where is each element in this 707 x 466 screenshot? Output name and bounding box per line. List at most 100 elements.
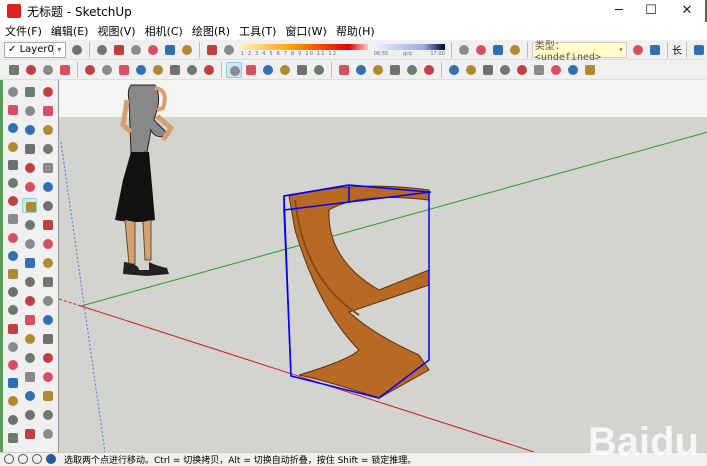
section-plane-icon[interactable] bbox=[5, 302, 20, 317]
paint-bucket-icon[interactable] bbox=[22, 103, 37, 118]
chevron-down-icon[interactable]: ▾ bbox=[52, 42, 65, 57]
view-iso-icon[interactable] bbox=[5, 84, 20, 99]
component-type-dropdown[interactable]: 类型：<undefined> ▾ bbox=[531, 41, 627, 63]
component-icon[interactable] bbox=[23, 62, 39, 78]
select-icon[interactable] bbox=[22, 84, 37, 99]
orbit-icon[interactable] bbox=[22, 312, 37, 327]
axes-icon[interactable] bbox=[404, 62, 420, 78]
location-icon[interactable] bbox=[456, 42, 472, 58]
make-component-icon[interactable] bbox=[40, 84, 55, 99]
sandbox-flip-edge-icon[interactable] bbox=[5, 412, 20, 427]
maximize-button[interactable]: ☐ bbox=[632, 0, 670, 22]
freehand-icon[interactable] bbox=[133, 62, 149, 78]
eraser-icon[interactable] bbox=[57, 62, 73, 78]
text-icon[interactable] bbox=[40, 274, 55, 289]
two-point-arc-icon[interactable] bbox=[40, 179, 55, 194]
pan-icon[interactable] bbox=[463, 62, 479, 78]
arc-icon[interactable] bbox=[40, 160, 55, 175]
menu-item[interactable]: 编辑(E) bbox=[46, 23, 93, 39]
zoom-window-icon[interactable] bbox=[40, 331, 55, 346]
orbit-icon[interactable] bbox=[446, 62, 462, 78]
menu-item[interactable]: 窗口(W) bbox=[280, 23, 330, 39]
offset-icon[interactable] bbox=[40, 236, 55, 251]
style-shaded-icon[interactable] bbox=[5, 248, 20, 263]
style-xray-icon[interactable] bbox=[5, 193, 20, 208]
component-attributes-icon[interactable] bbox=[647, 42, 663, 58]
zoom-icon[interactable] bbox=[22, 331, 37, 346]
menu-item[interactable]: 绘图(R) bbox=[187, 23, 234, 39]
shadow-settings-icon[interactable] bbox=[204, 42, 220, 58]
sandbox-drape-icon[interactable] bbox=[5, 375, 20, 390]
chevron-down-icon[interactable]: ▾ bbox=[616, 43, 626, 57]
section-icon[interactable] bbox=[40, 388, 55, 403]
3d-text-icon[interactable] bbox=[421, 62, 437, 78]
3d-text-icon[interactable] bbox=[40, 293, 55, 308]
left-view-icon[interactable] bbox=[179, 42, 195, 58]
layer-manager-icon[interactable] bbox=[69, 42, 85, 58]
line-icon[interactable] bbox=[40, 122, 55, 137]
circle-icon[interactable] bbox=[22, 141, 37, 156]
sandbox-icon[interactable] bbox=[40, 407, 55, 422]
menu-item[interactable]: 工具(T) bbox=[234, 23, 280, 39]
select-icon[interactable] bbox=[6, 62, 22, 78]
geo-icon[interactable] bbox=[490, 42, 506, 58]
tape-measure-icon[interactable] bbox=[336, 62, 352, 78]
look-around-icon[interactable] bbox=[565, 62, 581, 78]
view-back-icon[interactable] bbox=[5, 157, 20, 172]
position-camera-icon[interactable] bbox=[548, 62, 564, 78]
rotate-icon[interactable] bbox=[260, 62, 276, 78]
hand-icon[interactable] bbox=[40, 426, 55, 441]
3d-viewport[interactable] bbox=[58, 80, 707, 452]
menu-item[interactable]: 帮助(H) bbox=[331, 23, 379, 39]
pie-icon[interactable] bbox=[22, 179, 37, 194]
user-icon[interactable] bbox=[32, 454, 42, 464]
circle-icon[interactable] bbox=[116, 62, 132, 78]
close-button[interactable]: ✕ bbox=[668, 0, 706, 22]
sandbox-smoove-icon[interactable] bbox=[5, 339, 20, 354]
text-icon[interactable] bbox=[387, 62, 403, 78]
style-hidden-line-icon[interactable] bbox=[5, 230, 20, 245]
menu-item[interactable]: 视图(V) bbox=[92, 23, 139, 39]
shadow-time-slider[interactable]: 06:55 中午 17:00 bbox=[373, 42, 447, 58]
rectangle-icon[interactable] bbox=[82, 62, 98, 78]
paint-bucket-icon[interactable] bbox=[40, 62, 56, 78]
axes-icon[interactable] bbox=[22, 293, 37, 308]
ruby-icon[interactable] bbox=[5, 430, 20, 445]
zoom-window-icon[interactable] bbox=[497, 62, 513, 78]
move-icon[interactable] bbox=[22, 198, 37, 213]
right-view-icon[interactable] bbox=[145, 42, 161, 58]
two-point-arc-icon[interactable] bbox=[201, 62, 217, 78]
zoom-icon[interactable] bbox=[480, 62, 496, 78]
arc-icon[interactable] bbox=[167, 62, 183, 78]
dimension-icon[interactable] bbox=[353, 62, 369, 78]
protractor-icon[interactable] bbox=[370, 62, 386, 78]
follow-me-icon[interactable] bbox=[40, 217, 55, 232]
front-view-icon[interactable] bbox=[128, 42, 144, 58]
zoom-extents-icon[interactable] bbox=[514, 62, 530, 78]
view-front-icon[interactable] bbox=[5, 120, 20, 135]
fog-icon[interactable] bbox=[221, 42, 237, 58]
top-view-icon[interactable] bbox=[111, 42, 127, 58]
freehand-icon[interactable] bbox=[40, 141, 55, 156]
sandbox-stamp-icon[interactable] bbox=[5, 357, 20, 372]
advanced-camera-icon[interactable] bbox=[22, 407, 37, 422]
walk-icon[interactable] bbox=[22, 388, 37, 403]
credits-icon[interactable] bbox=[18, 454, 28, 464]
pie-icon[interactable] bbox=[184, 62, 200, 78]
follow-me-icon[interactable] bbox=[277, 62, 293, 78]
shadow-date-slider[interactable]: 1 2 3 4 5 6 7 8 9 10 11 12 bbox=[238, 42, 372, 58]
rectangle-icon[interactable] bbox=[22, 122, 37, 137]
geo-location-icon[interactable] bbox=[4, 454, 14, 464]
ruby-icon[interactable] bbox=[22, 426, 37, 441]
style-monochrome-icon[interactable] bbox=[5, 284, 20, 299]
previous-icon[interactable] bbox=[40, 350, 55, 365]
menu-item[interactable]: 相机(C) bbox=[140, 23, 187, 39]
scale-icon[interactable] bbox=[294, 62, 310, 78]
line-icon[interactable] bbox=[99, 62, 115, 78]
offset-icon[interactable] bbox=[311, 62, 327, 78]
view-right-icon[interactable] bbox=[5, 139, 20, 154]
walk-icon[interactable] bbox=[582, 62, 598, 78]
style-wireframe-icon[interactable] bbox=[5, 211, 20, 226]
style-textured-icon[interactable] bbox=[5, 266, 20, 281]
3d-warehouse-icon[interactable] bbox=[507, 42, 523, 58]
